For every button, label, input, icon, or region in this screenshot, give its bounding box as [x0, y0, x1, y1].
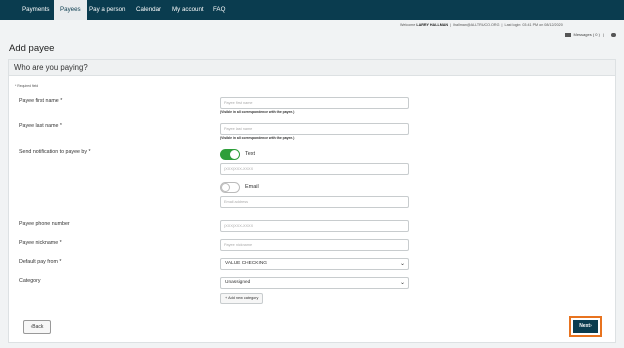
- pay-from-value: VALUE CHECKING: [225, 261, 268, 266]
- category-select[interactable]: Unassigned ⌄: [220, 277, 409, 289]
- chat-bubble-icon[interactable]: [611, 32, 616, 37]
- chevron-down-icon: ⌄: [399, 261, 405, 267]
- messages-link[interactable]: Messages ( 0 ): [574, 32, 600, 37]
- next-button[interactable]: Next›: [573, 320, 598, 333]
- last-name-label: Payee last name *: [19, 123, 62, 129]
- last-login: Last login: 03:41 PM on 08/12/2020: [504, 23, 563, 27]
- welcome-text: Welcome LARRY HALLMAN | lhallman@ALLTRUC…: [400, 23, 563, 27]
- first-name-label: Payee first name *: [19, 98, 63, 104]
- text-toggle[interactable]: ✓: [220, 149, 240, 160]
- section-header: Who are you paying?: [9, 60, 615, 76]
- nav-payments[interactable]: Payments: [16, 0, 56, 20]
- first-name-input[interactable]: Payee first name: [220, 97, 409, 109]
- notification-phone-input[interactable]: (XXX)XXX-XXXX: [220, 163, 409, 175]
- notification-email-input[interactable]: Email address: [220, 196, 409, 208]
- pay-from-label: Default pay from *: [19, 259, 62, 265]
- pay-from-select[interactable]: VALUE CHECKING ⌄: [220, 258, 409, 270]
- last-name-input[interactable]: Payee last name: [220, 123, 409, 135]
- toggle-knob: [230, 150, 239, 159]
- nav-faq[interactable]: FAQ: [207, 0, 231, 20]
- messages-row: Messages ( 0 ) |: [564, 32, 616, 37]
- last-name-hint: (Visible in all correspondence with the …: [220, 136, 295, 140]
- next-button-highlight: Next›: [569, 316, 602, 337]
- nav-payees[interactable]: Payees: [54, 0, 87, 20]
- add-payee-panel: Who are you paying? * Required field Pay…: [8, 59, 616, 343]
- nav-pay-a-person[interactable]: Pay a person: [83, 0, 131, 20]
- category-value: Unassigned: [225, 280, 251, 285]
- phone-input[interactable]: (XXX)XXX-XXXX: [220, 220, 409, 232]
- text-toggle-label: Text: [245, 151, 256, 157]
- required-note: * Required field: [15, 84, 39, 88]
- add-category-button[interactable]: + Add new category: [220, 293, 264, 304]
- toggle-knob: [221, 183, 230, 192]
- category-label: Category: [19, 278, 41, 284]
- nav-calendar[interactable]: Calendar: [130, 0, 167, 20]
- top-navigation: Payments Payees Pay a person Calendar My…: [0, 0, 624, 20]
- user-bar: Welcome LARRY HALLMAN | lhallman@ALLTRUC…: [0, 20, 624, 42]
- nickname-input[interactable]: Payee nickname: [220, 239, 409, 251]
- checkmark-icon: ✓: [221, 149, 228, 156]
- chevron-down-icon: ⌄: [399, 280, 405, 286]
- nav-my-account[interactable]: My account: [166, 0, 210, 20]
- nickname-label: Payee nickname *: [19, 240, 62, 246]
- chevron-right-icon: ›: [590, 323, 592, 329]
- first-name-hint: (Visible in all correspondence with the …: [220, 110, 295, 114]
- section-heading: Who are you paying?: [14, 63, 88, 72]
- notification-label: Send notification to payee by *: [19, 149, 91, 155]
- envelope-icon: [564, 32, 571, 37]
- user-name: LARRY HALLMAN: [416, 23, 449, 27]
- email-toggle-label: Email: [245, 184, 259, 190]
- email-toggle[interactable]: [220, 182, 240, 193]
- page-title: Add payee: [9, 43, 55, 54]
- phone-label: Payee phone number: [19, 221, 70, 227]
- user-email: lhallman@ALLTRUCO.ORG: [453, 23, 500, 27]
- back-button[interactable]: ‹Back: [23, 320, 51, 334]
